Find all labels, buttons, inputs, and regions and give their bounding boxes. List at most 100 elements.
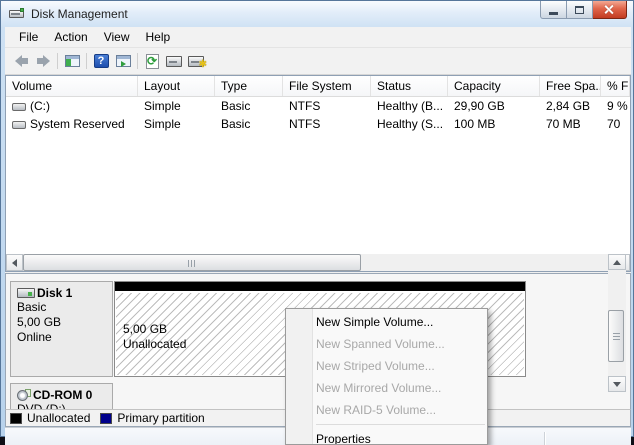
menu-help[interactable]: Help (138, 28, 179, 46)
minimize-icon (549, 12, 558, 15)
back-button[interactable] (10, 50, 32, 72)
percent-free-cell: 70 (601, 115, 630, 133)
menu-item-new-striped-volume: New Striped Volume... (286, 355, 487, 377)
volume-name-cell: (C:) (6, 97, 138, 115)
scroll-left-button[interactable] (6, 254, 23, 271)
volume-icon (12, 103, 26, 111)
help-icon: ? (94, 54, 109, 68)
vertical-scroll-track[interactable] (608, 270, 626, 376)
menu-item-new-simple-volume[interactable]: New Simple Volume... (286, 311, 487, 333)
column-header-status[interactable]: Status (371, 76, 448, 96)
menu-item-new-spanned-volume: New Spanned Volume... (286, 333, 487, 355)
disk-drive-icon (166, 56, 182, 67)
disk-type: Basic (17, 300, 109, 315)
cd-rom-icon (17, 389, 31, 402)
volume-name-cell: System Reserved (6, 115, 138, 133)
toolbar-separator (57, 53, 58, 69)
disk-size: 5,00 GB (17, 315, 109, 330)
column-header-type[interactable]: Type (215, 76, 283, 96)
layout-cell: Simple (138, 115, 215, 133)
scroll-up-icon (613, 260, 621, 265)
menu-view[interactable]: View (96, 28, 138, 46)
window-title: Disk Management (31, 7, 128, 21)
disk-management-app-icon (9, 8, 25, 21)
layout-cell: Simple (138, 97, 215, 115)
menu-item-new-raid5-volume: New RAID-5 Volume... (286, 399, 487, 421)
type-cell: Basic (215, 115, 283, 133)
menu-action[interactable]: Action (46, 28, 95, 46)
disk-icon (17, 288, 35, 298)
volume-list-pane: Volume Layout Type File System Status Ca… (5, 75, 631, 272)
show-console-tree-button[interactable] (61, 50, 83, 72)
column-header-layout[interactable]: Layout (138, 76, 215, 96)
primary-partition-swatch (100, 413, 112, 424)
status-bar-divider (544, 432, 545, 445)
vertical-scroll-thumb[interactable] (608, 310, 624, 362)
refresh-button[interactable]: ⟳ (141, 50, 163, 72)
refresh-icon: ⟳ (146, 54, 159, 69)
close-icon (604, 4, 615, 15)
scroll-down-icon (613, 382, 621, 387)
menu-item-new-mirrored-volume: New Mirrored Volume... (286, 377, 487, 399)
toolbar-separator (137, 53, 138, 69)
forward-button[interactable] (32, 50, 54, 72)
screen: Disk Management File Action View Help (0, 0, 634, 445)
menu-bar: File Action View Help (5, 27, 631, 48)
context-menu: New Simple Volume... New Spanned Volume.… (285, 308, 488, 445)
scroll-left-icon (12, 259, 17, 267)
legend-label-primary-partition: Primary partition (117, 411, 204, 425)
disk-1-label-panel[interactable]: Disk 1 Basic 5,00 GB Online (10, 281, 113, 377)
column-header-volume[interactable]: Volume (6, 76, 138, 96)
column-header-free-space[interactable]: Free Spa... (540, 76, 601, 96)
table-row-c-drive[interactable]: (C:) Simple Basic NTFS Healthy (B... 29,… (6, 97, 630, 115)
forward-icon (37, 55, 50, 67)
toolbar: ? ⟳ ✱ (5, 48, 631, 75)
volume-table-header: Volume Layout Type File System Status Ca… (6, 76, 630, 97)
file-system-cell: NTFS (283, 97, 371, 115)
column-header-capacity[interactable]: Capacity (448, 76, 540, 96)
close-button[interactable] (593, 1, 627, 19)
vertical-scrollbar[interactable] (608, 254, 626, 392)
title-bar[interactable]: Disk Management (1, 1, 633, 27)
region-label: Unallocated (123, 337, 186, 352)
menu-separator (316, 424, 485, 425)
show-action-pane-button[interactable] (112, 50, 134, 72)
table-row-system-reserved[interactable]: System Reserved Simple Basic NTFS Health… (6, 115, 630, 133)
cdrom-name: CD-ROM 0 (33, 388, 92, 402)
menu-item-properties[interactable]: Properties (286, 428, 487, 445)
cdrom-label-panel[interactable]: CD-ROM 0 DVD (D:) (10, 383, 113, 409)
window-controls (540, 1, 627, 19)
horizontal-scroll-thumb[interactable] (23, 254, 361, 271)
file-system-cell: NTFS (283, 115, 371, 133)
free-space-cell: 70 MB (540, 115, 601, 133)
legend-label-unallocated: Unallocated (27, 411, 90, 425)
column-header-file-system[interactable]: File System (283, 76, 371, 96)
percent-free-cell: 9 % (601, 97, 630, 115)
unallocated-color-band (115, 282, 525, 291)
disk-properties-button[interactable] (163, 50, 185, 72)
capacity-cell: 29,90 GB (448, 97, 540, 115)
maximize-button[interactable] (567, 1, 593, 19)
horizontal-scroll-track[interactable] (23, 254, 613, 271)
menu-file[interactable]: File (11, 28, 46, 46)
region-size: 5,00 GB (123, 322, 167, 337)
toolbar-separator (86, 53, 87, 69)
disk-status: Online (17, 330, 109, 345)
free-space-cell: 2,84 GB (540, 97, 601, 115)
scroll-up-button[interactable] (608, 254, 626, 270)
rescan-disks-button[interactable]: ✱ (185, 50, 207, 72)
column-header-percent-free[interactable]: % F (601, 76, 630, 96)
status-cell: Healthy (B... (371, 97, 448, 115)
cdrom-subtitle: DVD (D:) (17, 402, 109, 409)
help-button[interactable]: ? (90, 50, 112, 72)
scroll-down-button[interactable] (608, 376, 626, 392)
maximize-icon (575, 6, 584, 14)
back-icon (15, 55, 28, 67)
rescan-disks-icon: ✱ (188, 56, 204, 67)
horizontal-scrollbar[interactable] (6, 254, 630, 271)
type-cell: Basic (215, 97, 283, 115)
volume-name: (C:) (30, 99, 50, 113)
capacity-cell: 100 MB (448, 115, 540, 133)
minimize-button[interactable] (540, 1, 567, 19)
action-pane-icon (116, 55, 131, 67)
